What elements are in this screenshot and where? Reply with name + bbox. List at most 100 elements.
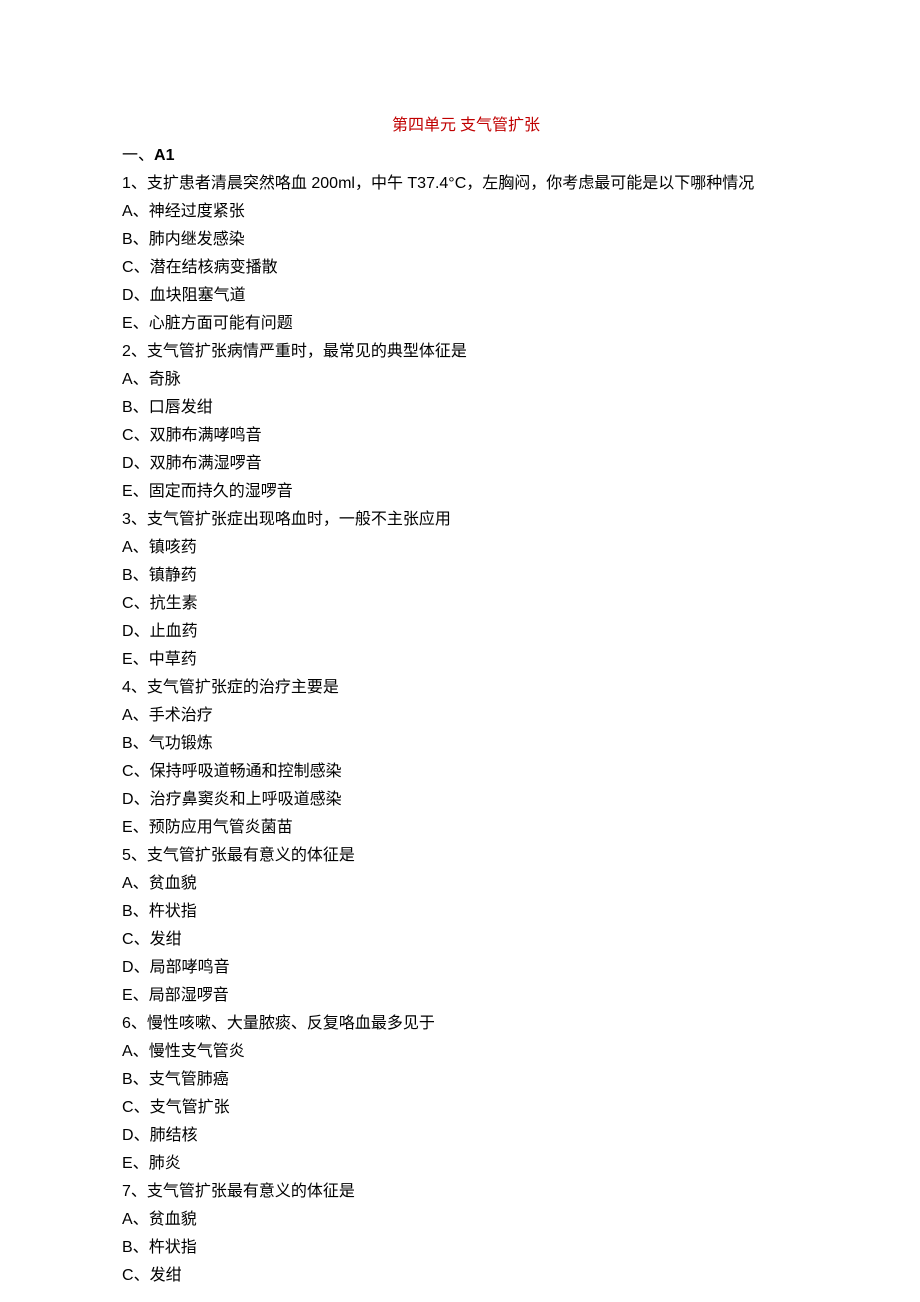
option-separator: 、 [133,651,149,668]
option-text: 发绀 [150,931,182,948]
option-separator: 、 [133,735,149,752]
option-line: A、贫血貌 [122,870,810,898]
option-line: A、镇咳药 [122,534,810,562]
option-text: 神经过度紧张 [149,203,245,220]
question-text: 慢性咳嗽、大量脓痰、反复咯血最多见于 [147,1015,435,1032]
option-letter: B [122,567,133,584]
option-letter: D [122,1127,134,1144]
option-letter: E [122,651,133,668]
option-text: 手术治疗 [149,707,213,724]
option-letter: C [122,259,134,276]
option-letter: E [122,819,133,836]
question-text: 支气管扩张最有意义的体征是 [147,1183,355,1200]
option-letter: C [122,595,134,612]
option-line: C、潜在结核病变播散 [122,254,810,282]
option-line: D、治疗鼻窦炎和上呼吸道感染 [122,786,810,814]
option-text: 局部湿啰音 [149,987,229,1004]
option-text: 口唇发绀 [149,399,213,416]
option-text: 止血药 [150,623,198,640]
option-line: A、手术治疗 [122,702,810,730]
option-separator: 、 [133,1239,149,1256]
option-text: 镇静药 [149,567,197,584]
option-letter: C [122,763,134,780]
option-letter: D [122,287,134,304]
option-letter: A [122,875,133,892]
option-separator: 、 [133,875,149,892]
option-separator: 、 [134,763,150,780]
option-line: A、贫血貌 [122,1206,810,1234]
option-line: A、慢性支气管炎 [122,1038,810,1066]
option-separator: 、 [133,231,149,248]
question-text: 支气管扩张症的治疗主要是 [147,679,339,696]
option-letter: B [122,1071,133,1088]
question-number: 1 [122,175,131,192]
option-letter: A [122,707,133,724]
option-text: 固定而持久的湿啰音 [149,483,293,500]
option-text: 支气管肺癌 [149,1071,229,1088]
option-line: E、中草药 [122,646,810,674]
section-prefix: 一、 [122,147,154,164]
option-letter: B [122,735,133,752]
option-line: C、发绀 [122,1262,810,1290]
option-line: B、气功锻炼 [122,730,810,758]
option-line: E、固定而持久的湿啰音 [122,478,810,506]
question-stem: 3、支气管扩张症出现咯血时，一般不主张应用 [122,506,810,534]
option-separator: 、 [134,427,150,444]
option-separator: 、 [134,1099,150,1116]
option-separator: 、 [134,259,150,276]
option-line: D、肺结核 [122,1122,810,1150]
section-header: 一、A1 [122,142,810,170]
option-separator: 、 [133,707,149,724]
option-line: C、发绀 [122,926,810,954]
option-line: B、镇静药 [122,562,810,590]
question-number: 5 [122,847,131,864]
question-number: 6 [122,1015,131,1032]
option-text: 贫血貌 [149,1211,197,1228]
question-number: 7 [122,1183,131,1200]
option-letter: E [122,483,133,500]
option-line: C、双肺布满哮鸣音 [122,422,810,450]
option-text: 慢性支气管炎 [149,1043,245,1060]
option-separator: 、 [134,791,150,808]
option-separator: 、 [134,959,150,976]
option-letter: E [122,1155,133,1172]
option-separator: 、 [134,931,150,948]
option-letter: A [122,371,133,388]
option-separator: 、 [133,1071,149,1088]
option-separator: 、 [133,315,149,332]
page-title: 第四单元 支气管扩张 [122,112,810,140]
question-stem: 4、支气管扩张症的治疗主要是 [122,674,810,702]
option-line: D、止血药 [122,618,810,646]
option-letter: B [122,231,133,248]
option-text: 支气管扩张 [150,1099,230,1116]
question-text: 支扩患者清晨突然咯血 200ml，中午 T37.4°C，左胸闷，你考虑最可能是以… [147,175,754,192]
question-separator: 、 [131,847,147,864]
question-separator: 、 [131,679,147,696]
option-separator: 、 [133,987,149,1004]
option-text: 肺结核 [150,1127,198,1144]
question-stem: 7、支气管扩张最有意义的体征是 [122,1178,810,1206]
option-text: 血块阻塞气道 [150,287,246,304]
option-separator: 、 [134,287,150,304]
option-text: 气功锻炼 [149,735,213,752]
option-letter: E [122,987,133,1004]
question-number: 4 [122,679,131,696]
option-text: 镇咳药 [149,539,197,556]
option-text: 局部哮鸣音 [150,959,230,976]
option-separator: 、 [133,539,149,556]
option-separator: 、 [133,567,149,584]
option-line: C、支气管扩张 [122,1094,810,1122]
option-text: 杵状指 [149,903,197,920]
option-text: 贫血貌 [149,875,197,892]
question-separator: 、 [131,1015,147,1032]
option-separator: 、 [133,399,149,416]
question-separator: 、 [131,343,147,360]
question-stem: 6、慢性咳嗽、大量脓痰、反复咯血最多见于 [122,1010,810,1038]
option-text: 保持呼吸道畅通和控制感染 [150,763,342,780]
option-line: C、抗生素 [122,590,810,618]
question-number: 2 [122,343,131,360]
option-text: 杵状指 [149,1239,197,1256]
option-text: 奇脉 [149,371,181,388]
option-line: B、口唇发绀 [122,394,810,422]
option-letter: A [122,1211,133,1228]
